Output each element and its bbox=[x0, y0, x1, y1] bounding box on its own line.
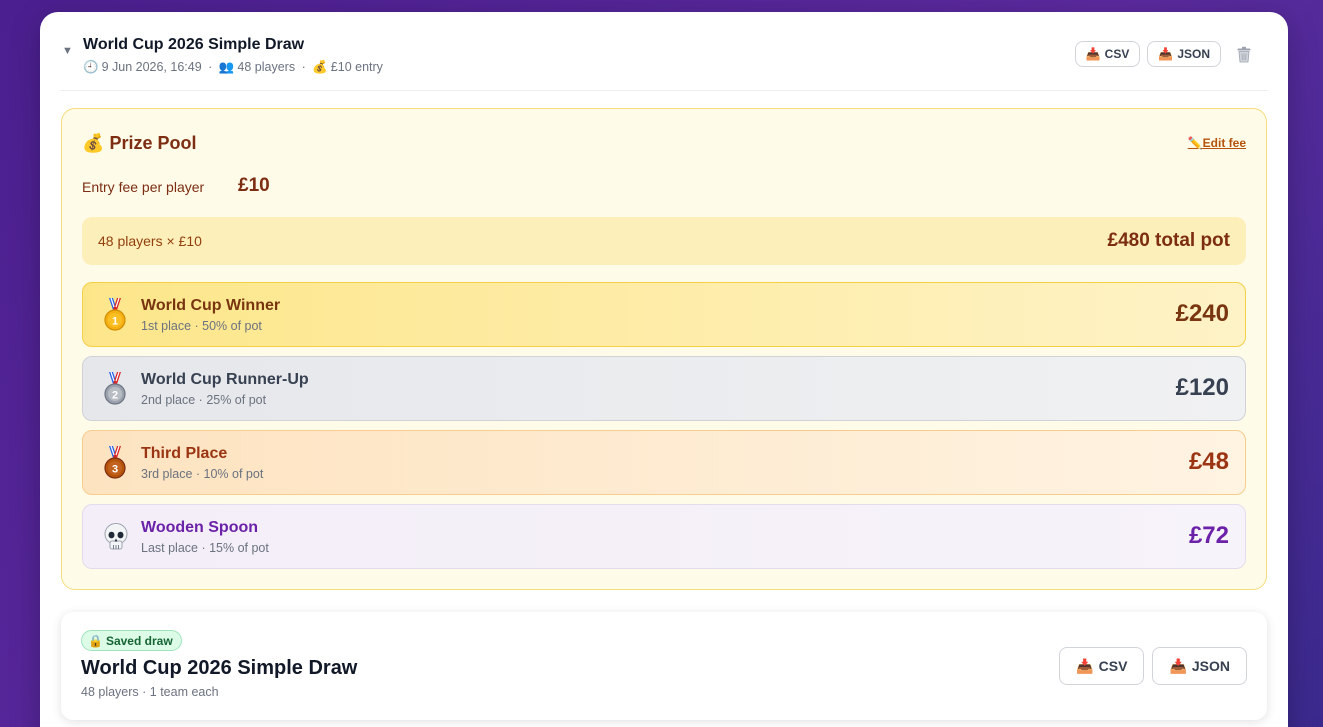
prize-share: 3rd place · 10% of pot bbox=[141, 467, 264, 481]
saved-draw-actions: 📥 CSV 📥 JSON bbox=[1059, 647, 1247, 685]
gold-medal-icon: 1 bbox=[103, 297, 127, 333]
saved-draw-meta: 48 players · 1 team each bbox=[81, 685, 219, 699]
money-bag-icon: 💰 bbox=[312, 60, 328, 74]
export-json-button[interactable]: 📥 JSON bbox=[1147, 41, 1221, 67]
draw-title: World Cup 2026 Simple Draw bbox=[83, 36, 305, 53]
entry-fee-value: £10 bbox=[238, 175, 270, 196]
draw-players: 48 players bbox=[237, 60, 296, 74]
clock-icon: 🕘 bbox=[83, 60, 99, 74]
entry-fee-label: Entry fee per player bbox=[82, 179, 205, 195]
prize-amount: £72 bbox=[1188, 522, 1229, 549]
prize-name: World Cup Runner-Up bbox=[141, 371, 309, 388]
draw-entry: £10 entry bbox=[330, 60, 383, 74]
prize-row-wooden-spoon: Wooden Spoon Last place · 15% of pot £72 bbox=[82, 504, 1246, 569]
saved-export-csv-button[interactable]: 📥 CSV bbox=[1059, 647, 1145, 685]
prize-pool-panel: 💰 Prize Pool ✏️Edit fee Entry fee per pl… bbox=[61, 108, 1267, 590]
pot-total: £480 total pot bbox=[1107, 230, 1230, 251]
prize-row-winner: 1 World Cup Winner 1st place · 50% of po… bbox=[82, 282, 1246, 347]
lock-icon: 🔒 bbox=[88, 633, 103, 648]
prize-share: Last place · 15% of pot bbox=[141, 541, 269, 555]
prize-row-runner-up: 2 World Cup Runner-Up 2nd place · 25% of… bbox=[82, 356, 1246, 421]
draw-header[interactable]: ▼ World Cup 2026 Simple Draw 🕘 9 Jun 2026… bbox=[62, 36, 1254, 92]
svg-text:3: 3 bbox=[112, 464, 118, 476]
saved-export-json-button[interactable]: 📥 JSON bbox=[1152, 647, 1247, 685]
skull-icon bbox=[103, 519, 128, 555]
inbox-tray-icon: 📥 bbox=[1158, 47, 1174, 61]
total-pot-row: 48 players × £10 £480 total pot bbox=[82, 217, 1246, 265]
silver-medal-icon: 2 bbox=[103, 371, 127, 407]
draw-date: 9 Jun 2026, 16:49 bbox=[101, 60, 202, 74]
money-bag-icon: 💰 bbox=[82, 133, 105, 153]
header-divider bbox=[60, 90, 1268, 91]
edit-fee-link[interactable]: ✏️Edit fee bbox=[1188, 136, 1246, 150]
saved-draw-badge: 🔒 Saved draw bbox=[81, 630, 182, 651]
inbox-tray-icon: 📥 bbox=[1076, 657, 1094, 674]
chevron-down-icon[interactable]: ▼ bbox=[62, 45, 73, 57]
prize-name: World Cup Winner bbox=[141, 297, 281, 314]
inbox-tray-icon: 📥 bbox=[1169, 657, 1187, 674]
prize-amount: £48 bbox=[1188, 448, 1229, 475]
prize-amount: £120 bbox=[1175, 374, 1229, 401]
prize-pool-title: 💰 Prize Pool bbox=[82, 133, 197, 153]
players-icon: 👥 bbox=[218, 60, 235, 74]
prize-share: 2nd place · 25% of pot bbox=[141, 393, 267, 407]
svg-text:2: 2 bbox=[112, 390, 118, 402]
header-actions: 📥 CSV 📥 JSON bbox=[1074, 41, 1254, 67]
prize-amount: £240 bbox=[1175, 300, 1229, 327]
draw-meta: 🕘 9 Jun 2026, 16:49 · 👥 48 players · 💰 £10 … bbox=[83, 60, 383, 74]
bronze-medal-icon: 3 bbox=[103, 445, 127, 481]
prize-share: 1st place · 50% of pot bbox=[141, 319, 262, 333]
draw-card: ▼ World Cup 2026 Simple Draw 🕘 9 Jun 2026… bbox=[40, 12, 1288, 727]
prize-name: Third Place bbox=[141, 445, 228, 462]
pencil-icon: ✏️ bbox=[1187, 136, 1203, 150]
trash-icon[interactable] bbox=[1234, 44, 1254, 64]
saved-draw-title: World Cup 2026 Simple Draw bbox=[81, 657, 358, 679]
saved-draw-panel: 🔒 Saved draw World Cup 2026 Simple Draw 4… bbox=[61, 612, 1267, 720]
export-csv-button[interactable]: 📥 CSV bbox=[1074, 41, 1141, 67]
prize-name: Wooden Spoon bbox=[141, 519, 259, 536]
pot-calculation: 48 players × £10 bbox=[98, 233, 202, 249]
prize-row-third-place: 3 Third Place 3rd place · 10% of pot £48 bbox=[82, 430, 1246, 495]
svg-text:1: 1 bbox=[112, 316, 118, 328]
inbox-tray-icon: 📥 bbox=[1085, 47, 1101, 61]
